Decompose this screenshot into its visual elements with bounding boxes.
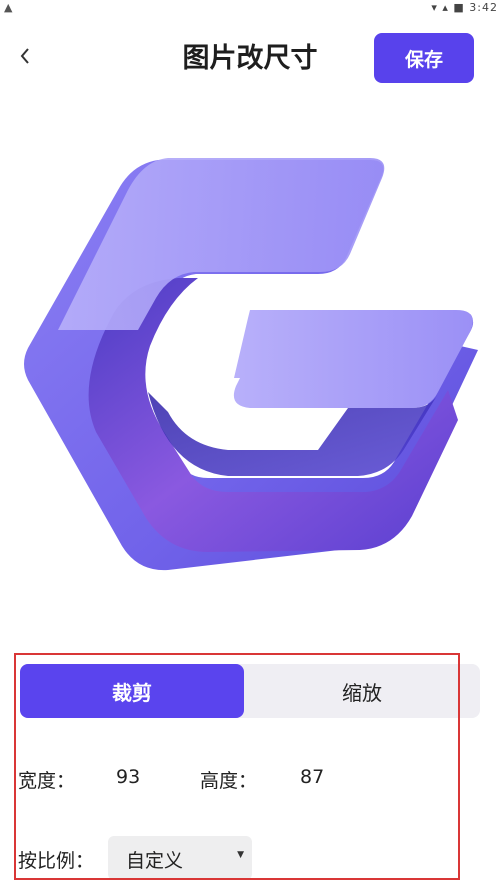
status-icons: ▾ ▴ ■ 3:42 [431,1,498,14]
tab-crop[interactable]: 裁剪 [20,664,244,718]
g-logo-icon [24,158,478,571]
ratio-select-value: 自定义 [126,850,184,872]
ratio-label: 按比例： [18,850,95,872]
page-title: 图片改尺寸 [182,43,318,74]
tab-zoom[interactable]: 缩放 [244,664,480,718]
width-label: 宽度： [18,770,76,792]
height-label: 高度： [200,770,258,792]
status-bar: ▲ ▾ ▴ ■ 3:42 [0,0,502,18]
mode-segmented-control: 裁剪 缩放 [20,664,480,718]
ratio-select[interactable]: 自定义 ▼ [108,836,252,880]
width-value[interactable]: 93 [116,766,140,788]
notification-icon: ▲ [4,1,13,14]
back-button[interactable] [14,42,36,70]
chevron-left-icon [20,48,29,64]
caret-down-icon: ▼ [237,850,244,860]
height-value[interactable]: 87 [300,766,324,788]
save-button[interactable]: 保存 [374,33,474,83]
image-preview[interactable] [18,150,484,582]
